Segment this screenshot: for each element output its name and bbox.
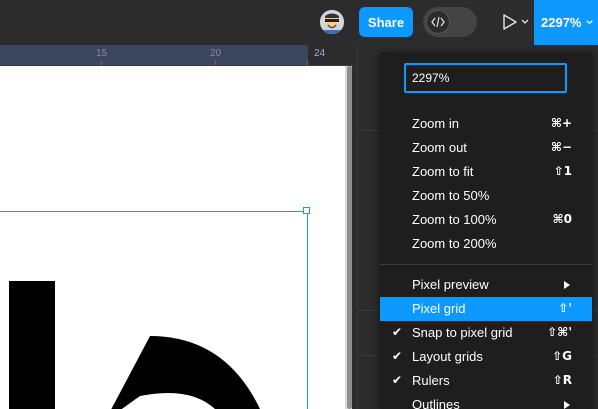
menu-item-shortcut: ⇧' <box>558 301 572 315</box>
submenu-arrow-icon <box>564 281 570 289</box>
dev-mode-toggle[interactable] <box>423 7 477 37</box>
menu-item-label: Zoom to 50% <box>412 188 490 203</box>
menu-item-label: Zoom to 100% <box>412 212 497 227</box>
menu-item-shortcut: ⌘+ <box>550 116 572 130</box>
design-canvas[interactable] <box>0 66 345 409</box>
checkmark-icon: ✔ <box>392 373 403 387</box>
menu-item-label: Rulers <box>412 373 450 388</box>
ruler-selection-band <box>0 45 308 65</box>
menu-item-zoom-to-fit[interactable]: Zoom to fit ⇧1 <box>380 160 592 184</box>
menu-item-label: Pixel grid <box>412 301 466 316</box>
ruler-label: 15 <box>96 48 108 59</box>
ruler-tick <box>215 61 216 65</box>
zoom-level-label: 2297% <box>541 15 582 30</box>
user-avatar[interactable] <box>320 10 344 34</box>
share-button[interactable]: Share <box>359 7 413 37</box>
ruler-tick <box>101 61 102 65</box>
menu-item-rulers[interactable]: ✔ Rulers ⇧R <box>380 369 592 393</box>
submenu-arrow-icon <box>564 401 570 409</box>
checkmark-icon: ✔ <box>392 349 403 363</box>
menu-item-label: Snap to pixel grid <box>412 325 513 340</box>
horizontal-ruler[interactable]: 15 20 24 <box>0 45 356 66</box>
menu-item-zoom-out[interactable]: Zoom out ⌘− <box>380 136 592 160</box>
selection-edge-top <box>0 211 307 212</box>
checkmark-icon: ✔ <box>392 325 403 339</box>
selection-resize-handle[interactable] <box>303 207 310 214</box>
menu-item-shortcut: ⌘− <box>550 140 572 154</box>
menu-item-zoom-50[interactable]: Zoom to 50% <box>380 184 592 208</box>
menu-item-shortcut: ⇧G <box>552 349 572 363</box>
zoom-value-input[interactable]: 2297% <box>404 63 567 93</box>
menu-item-zoom-200[interactable]: Zoom to 200% <box>380 232 592 256</box>
menu-item-label: Zoom to fit <box>412 164 474 179</box>
menu-item-label: Pixel preview <box>412 277 489 292</box>
ruler-label: 20 <box>210 48 222 59</box>
selection-edge-right <box>307 211 308 409</box>
chevron-down-icon[interactable] <box>520 17 530 27</box>
menu-separator <box>380 264 592 265</box>
zoom-dropdown-button[interactable]: 2297% <box>534 0 598 45</box>
menu-item-zoom-in[interactable]: Zoom in ⌘+ <box>380 112 592 136</box>
menu-item-outlines[interactable]: Outlines <box>380 393 592 409</box>
menu-item-shortcut: ⇧1 <box>553 164 572 178</box>
menu-item-pixel-preview[interactable]: Pixel preview <box>380 273 592 297</box>
ruler-tick <box>307 61 308 65</box>
canvas-scrollbar-thumb[interactable] <box>347 66 352 409</box>
menu-item-shortcut: ⇧R <box>552 373 572 387</box>
menu-item-shortcut: ⇧⌘' <box>547 325 572 339</box>
ruler-label: 24 <box>314 48 326 59</box>
menu-item-label: Layout grids <box>412 349 483 364</box>
menu-item-layout-grids[interactable]: ✔ Layout grids ⇧G <box>380 345 592 369</box>
menu-item-pixel-grid[interactable]: Pixel grid ⇧' <box>380 297 592 321</box>
menu-item-zoom-100[interactable]: Zoom to 100% ⌘0 <box>380 208 592 232</box>
menu-item-label: Outlines <box>412 397 460 409</box>
present-play-icon[interactable] <box>500 13 520 31</box>
menu-item-label: Zoom to 200% <box>412 236 497 251</box>
code-icon <box>426 10 450 34</box>
menu-item-snap-to-pixel-grid[interactable]: ✔ Snap to pixel grid ⇧⌘' <box>380 321 592 345</box>
menu-item-shortcut: ⌘0 <box>552 212 572 226</box>
menu-item-label: Zoom out <box>412 140 467 155</box>
menu-item-label: Zoom in <box>412 116 459 131</box>
glyph-curve-shape[interactable] <box>0 66 345 409</box>
chevron-down-icon <box>586 20 594 25</box>
